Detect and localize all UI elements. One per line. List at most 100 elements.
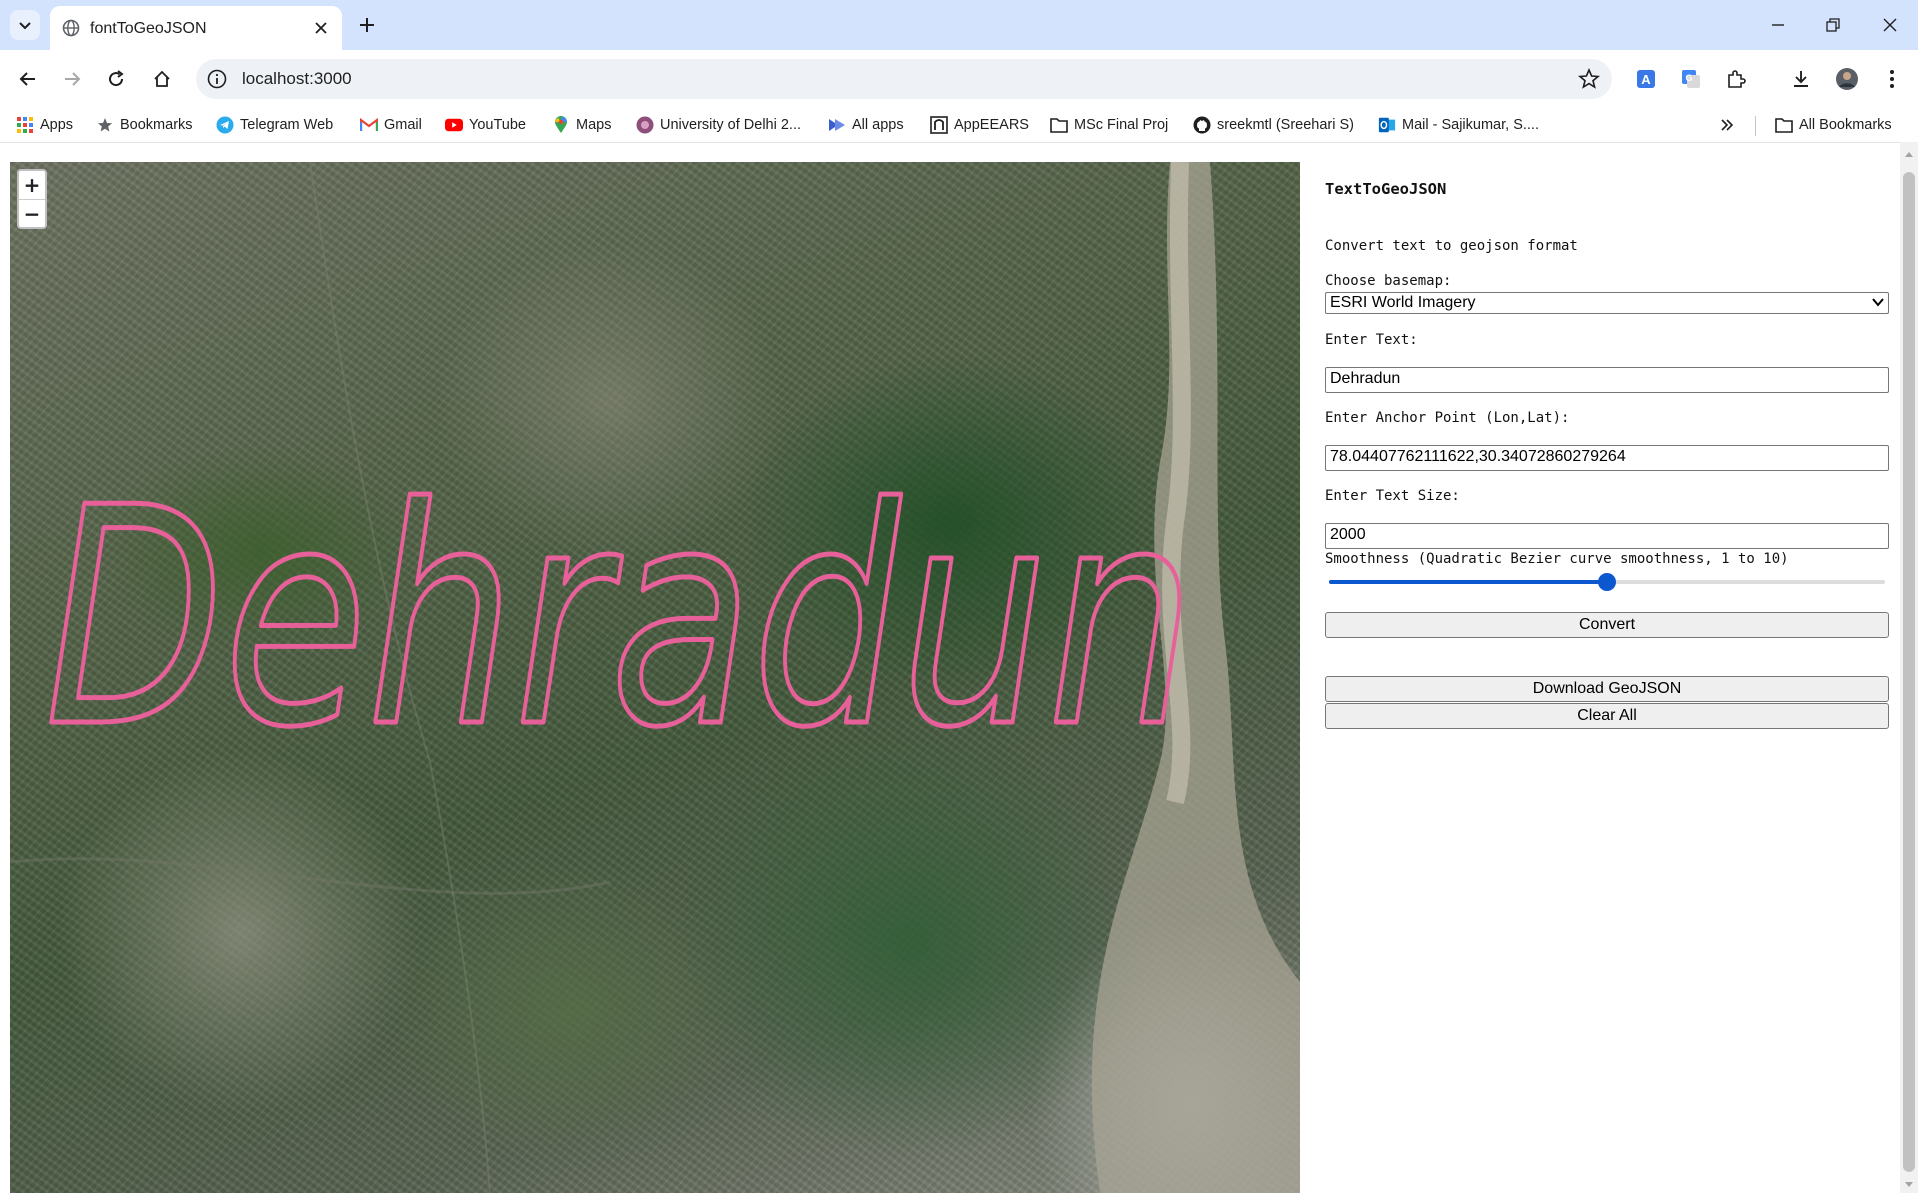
bookmarks-bar: Apps Bookmarks Telegram Web Gmail YouTub… (0, 108, 1918, 143)
youtube-icon (445, 116, 463, 134)
bookmark-label: All apps (852, 117, 904, 133)
apps-grid-icon (16, 116, 34, 134)
extension-translate-button[interactable]: A (1630, 63, 1662, 95)
new-tab-button[interactable] (352, 10, 382, 40)
arrow-right-icon (65, 72, 81, 86)
bookmark-gmail[interactable]: Gmail (360, 115, 422, 135)
bookmark-label: YouTube (469, 117, 526, 133)
folder-icon (1050, 116, 1068, 134)
close-icon (1883, 18, 1897, 32)
bookmark-label: MSc Final Proj (1074, 117, 1169, 133)
downloads-button[interactable] (1785, 63, 1817, 95)
anchor-label: Enter Anchor Point (Lon,Lat): (1325, 410, 1570, 426)
smoothness-slider[interactable] (1329, 572, 1885, 592)
bookmark-github[interactable]: sreekmtl (Sreehari S) (1193, 115, 1354, 135)
all-bookmarks-label: All Bookmarks (1799, 117, 1892, 133)
bookmark-outlook-mail[interactable]: Mail - Sajikumar, S.... (1378, 115, 1539, 135)
basemap-label: Choose basemap: (1325, 273, 1452, 289)
bookmark-label: AppEEARS (954, 117, 1029, 133)
arrow-left-icon (19, 72, 35, 86)
zoom-out-button[interactable]: − (19, 200, 45, 228)
svg-text:G: G (1685, 73, 1692, 83)
bookmark-label: Bookmarks (120, 117, 193, 133)
home-button[interactable] (146, 63, 178, 95)
bookmark-university[interactable]: University of Delhi 2... (636, 115, 801, 135)
tab-search-button[interactable] (10, 10, 40, 40)
globe-icon (62, 19, 80, 37)
university-icon (636, 116, 654, 134)
text-size-label: Enter Text Size: (1325, 488, 1460, 504)
text-size-input[interactable]: 2000 (1325, 523, 1889, 549)
bookmark-label: sreekmtl (Sreehari S) (1217, 117, 1354, 133)
chevron-down-icon (1872, 298, 1884, 307)
bookmark-star-icon[interactable] (1578, 68, 1600, 90)
chrome-menu-button[interactable] (1876, 63, 1908, 95)
svg-text:A: A (1641, 72, 1651, 87)
forward-button[interactable] (56, 63, 88, 95)
site-info-icon[interactable] (206, 68, 228, 90)
reload-button[interactable] (100, 63, 132, 95)
bookmark-label: Maps (576, 117, 612, 133)
page-subtitle: Convert text to geojson format (1325, 238, 1578, 254)
gmail-icon (360, 116, 378, 134)
anchor-input[interactable]: 78.04407762111622,30.34072860279264 (1325, 445, 1889, 471)
address-bar[interactable]: localhost:3000 (196, 59, 1612, 99)
zoom-control: + − (17, 169, 47, 229)
bookmark-maps[interactable]: Maps (552, 115, 611, 135)
plus-icon (360, 18, 374, 32)
scroll-down-arrow-icon[interactable] (1900, 1177, 1918, 1191)
extensions-button[interactable] (1720, 63, 1752, 95)
back-button[interactable] (12, 63, 44, 95)
bookmark-msc-final-proj[interactable]: MSc Final Proj (1050, 115, 1168, 135)
clear-all-button[interactable]: Clear All (1325, 703, 1889, 729)
close-tab-button[interactable] (310, 17, 332, 39)
more-bookmarks-button[interactable] (1718, 115, 1736, 135)
smoothness-label: Smoothness (Quadratic Bezier curve smoot… (1325, 551, 1789, 567)
extension-a-icon: A (1637, 70, 1655, 88)
download-geojson-button[interactable]: Download GeoJSON (1325, 676, 1889, 702)
minimize-icon (1772, 24, 1784, 26)
bookmark-label: University of Delhi 2... (660, 117, 802, 133)
tab-active[interactable]: fontToGeoJSON (50, 6, 342, 50)
scroll-thumb[interactable] (1903, 172, 1915, 1172)
slider-fill (1329, 580, 1607, 584)
geojson-text: Dehradun (45, 444, 1195, 793)
profile-button[interactable] (1831, 63, 1863, 95)
chevron-down-icon (19, 22, 31, 30)
google-translate-icon: G (1682, 70, 1700, 88)
restore-icon (1826, 18, 1840, 32)
bookmark-all-apps[interactable]: All apps (828, 115, 904, 135)
bookmark-youtube[interactable]: YouTube (445, 115, 526, 135)
text-input[interactable]: Dehradun (1325, 367, 1889, 393)
github-icon (1193, 116, 1211, 134)
page-scrollbar[interactable] (1900, 142, 1918, 1193)
browser-toolbar: localhost:3000 A G (0, 50, 1918, 108)
basemap-select[interactable]: ESRI World Imagery (1325, 292, 1889, 314)
bookmark-label: Apps (40, 117, 74, 133)
zoom-in-button[interactable]: + (19, 171, 45, 200)
scroll-up-arrow-icon[interactable] (1900, 148, 1918, 162)
double-chevron-right-icon (1718, 116, 1736, 134)
tab-strip: fontToGeoJSON (0, 0, 1918, 50)
all-bookmarks-button[interactable]: All Bookmarks (1775, 115, 1892, 135)
slider-thumb[interactable] (1598, 573, 1616, 591)
puzzle-icon (1728, 70, 1746, 88)
minimize-button[interactable] (1760, 10, 1796, 40)
google-translate-button[interactable]: G (1675, 63, 1707, 95)
download-icon (1794, 71, 1808, 87)
bookmark-bookmarks[interactable]: Bookmarks (96, 115, 193, 135)
close-window-button[interactable] (1872, 10, 1908, 40)
bookmark-apps[interactable]: Apps (16, 115, 73, 135)
close-icon (315, 22, 327, 34)
map-view[interactable]: Dehradun + − (10, 162, 1300, 1193)
tab-title: fontToGeoJSON (90, 20, 207, 37)
bookmark-telegram[interactable]: Telegram Web (216, 115, 333, 135)
restore-button[interactable] (1815, 10, 1851, 40)
basemap-selected-value: ESRI World Imagery (1330, 294, 1476, 311)
outlook-icon (1378, 116, 1396, 134)
bookmark-appeears[interactable]: AppEEARS (930, 115, 1029, 135)
convert-button[interactable]: Convert (1325, 612, 1889, 638)
reload-icon (109, 70, 124, 87)
text-label: Enter Text: (1325, 332, 1418, 348)
avatar (1836, 68, 1858, 90)
